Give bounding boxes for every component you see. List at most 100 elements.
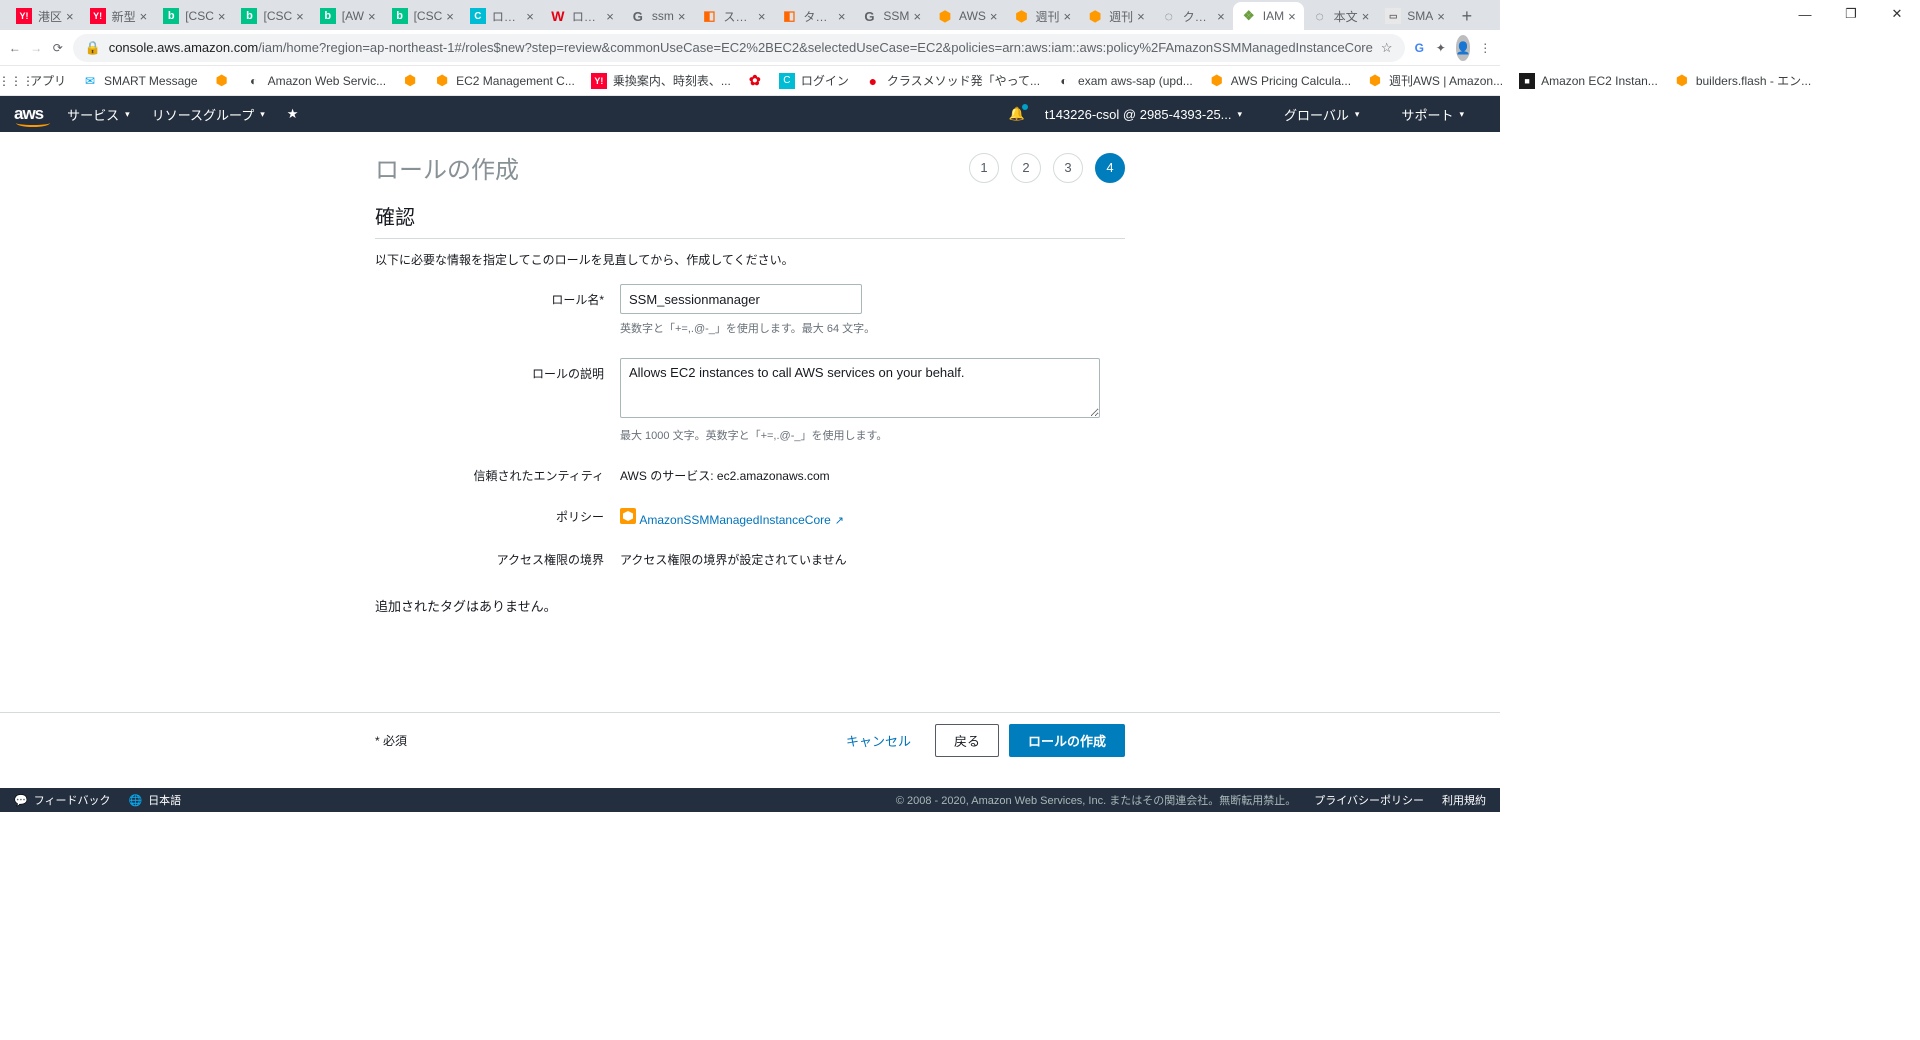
- account-menu[interactable]: t143226-csol @ 2985-4393-25...▾: [1045, 107, 1242, 122]
- browser-tab[interactable]: Gssm×: [622, 2, 694, 30]
- browser-tab[interactable]: ⬢AWS×: [929, 2, 1005, 30]
- bookmark-item[interactable]: ⬢ EC2 Management C...: [434, 73, 575, 89]
- support-menu[interactable]: サポート▾: [1401, 105, 1464, 124]
- browser-tab[interactable]: Y!新型×: [82, 2, 156, 30]
- terms-link[interactable]: 利用規約: [1442, 792, 1486, 808]
- feedback-link[interactable]: 💬フィードバック: [14, 792, 110, 808]
- bookmark-label: EC2 Management C...: [456, 74, 575, 88]
- resource-groups-menu[interactable]: リソースグループ▾: [152, 105, 265, 124]
- bookmark-item[interactable]: ■Amazon EC2 Instan...: [1519, 73, 1658, 89]
- pin-button[interactable]: ★: [287, 106, 299, 122]
- bookmark-item[interactable]: ⬢週刊AWS | Amazon...: [1367, 72, 1503, 89]
- bell-icon[interactable]: 🔔: [1009, 106, 1025, 122]
- bookmark-favicon: ◐: [1056, 73, 1072, 89]
- browser-tab[interactable]: b[CSC×: [155, 2, 233, 30]
- tab-close-icon[interactable]: ×: [838, 9, 846, 24]
- avatar-icon[interactable]: 👤: [1456, 35, 1471, 61]
- tab-favicon: b: [241, 8, 257, 24]
- maximize-button[interactable]: ❐: [1828, 0, 1874, 28]
- role-name-input[interactable]: [620, 284, 862, 314]
- reload-button[interactable]: ⟳: [51, 34, 65, 62]
- tab-close-icon[interactable]: ×: [1437, 9, 1445, 24]
- minimize-button[interactable]: —: [1782, 0, 1828, 28]
- back-button[interactable]: ←: [8, 34, 22, 62]
- tab-close-icon[interactable]: ×: [1217, 9, 1225, 24]
- translate-icon[interactable]: G: [1413, 34, 1427, 62]
- tab-close-icon[interactable]: ×: [1362, 9, 1370, 24]
- browser-tab[interactable]: ◧ステッ×: [693, 2, 773, 30]
- tab-close-icon[interactable]: ×: [913, 9, 921, 24]
- bookmark-item[interactable]: ⬢: [402, 73, 418, 89]
- browser-tab[interactable]: ◌クラウ×: [1153, 2, 1233, 30]
- privacy-link[interactable]: プライバシーポリシー: [1314, 792, 1424, 808]
- tab-favicon: ⬢: [937, 8, 953, 24]
- bookmark-item[interactable]: ⬢: [214, 73, 230, 89]
- browser-tab[interactable]: b[AW×: [312, 2, 384, 30]
- browser-tab[interactable]: ❖IAM×: [1233, 2, 1304, 30]
- create-role-button[interactable]: ロールの作成: [1009, 724, 1125, 757]
- tab-close-icon[interactable]: ×: [606, 9, 614, 24]
- browser-tab[interactable]: ▭SMA×: [1377, 2, 1453, 30]
- wizard-step-4[interactable]: 4: [1095, 153, 1125, 183]
- tab-close-icon[interactable]: ×: [526, 9, 534, 24]
- tab-favicon: b: [163, 8, 179, 24]
- policy-link[interactable]: AmazonSSMManagedInstanceCore ↗: [639, 513, 844, 527]
- bookmark-favicon: ✉: [82, 73, 98, 89]
- role-desc-label: ロールの説明: [375, 358, 620, 382]
- browser-tab[interactable]: ⬢週刊×: [1006, 2, 1080, 30]
- star-icon[interactable]: ☆: [1381, 40, 1393, 56]
- wizard-step-2[interactable]: 2: [1011, 153, 1041, 183]
- wizard-step-3[interactable]: 3: [1053, 153, 1083, 183]
- chrome-menu-icon[interactable]: ⋮: [1478, 34, 1492, 62]
- bookmark-item[interactable]: Y!乗換案内、時刻表、...: [591, 72, 731, 89]
- browser-tab[interactable]: Cログイ×: [462, 2, 542, 30]
- region-menu[interactable]: グローバル▾: [1284, 105, 1359, 124]
- tab-close-icon[interactable]: ×: [678, 9, 686, 24]
- close-button[interactable]: ✕: [1874, 0, 1920, 28]
- bookmark-item[interactable]: ⬢builders.flash - エン...: [1674, 72, 1811, 89]
- bookmark-item[interactable]: ⋮⋮⋮アプリ: [8, 72, 66, 89]
- url-field[interactable]: 🔒 console.aws.amazon.com/iam/home?region…: [73, 34, 1405, 62]
- bookmark-item[interactable]: ●クラスメソッド発「やって...: [865, 72, 1040, 89]
- browser-tab[interactable]: GSSM×: [853, 2, 929, 30]
- tab-close-icon[interactable]: ×: [368, 9, 376, 24]
- wizard-step-1[interactable]: 1: [969, 153, 999, 183]
- browser-tab[interactable]: Wログイ×: [542, 2, 622, 30]
- tab-close-icon[interactable]: ×: [140, 9, 148, 24]
- browser-tab[interactable]: b[CSC×: [384, 2, 462, 30]
- bookmark-favicon: ⬢: [434, 73, 450, 89]
- bookmark-favicon: ⬢: [1367, 73, 1383, 89]
- tab-close-icon[interactable]: ×: [1137, 9, 1145, 24]
- role-desc-input[interactable]: [620, 358, 1100, 418]
- bookmark-item[interactable]: Cログイン: [779, 72, 849, 89]
- bookmark-item[interactable]: ⬢AWS Pricing Calcula...: [1209, 73, 1351, 89]
- bookmark-item[interactable]: ◐exam aws-sap (upd...: [1056, 73, 1193, 89]
- bookmark-item[interactable]: ✉SMART Message: [82, 73, 198, 89]
- tab-close-icon[interactable]: ×: [1064, 9, 1072, 24]
- language-selector[interactable]: 🌐日本語: [128, 792, 181, 808]
- cancel-button[interactable]: キャンセル: [832, 725, 925, 756]
- tab-close-icon[interactable]: ×: [296, 9, 304, 24]
- browser-tab[interactable]: ⬢週刊×: [1079, 2, 1153, 30]
- tab-close-icon[interactable]: ×: [1288, 9, 1296, 24]
- bookmark-item[interactable]: ✿: [747, 73, 763, 89]
- tab-close-icon[interactable]: ×: [218, 9, 226, 24]
- browser-tab[interactable]: ◌本文×: [1304, 2, 1378, 30]
- bookmark-label: ログイン: [801, 72, 849, 89]
- tab-close-icon[interactable]: ×: [66, 9, 74, 24]
- tab-close-icon[interactable]: ×: [758, 9, 766, 24]
- browser-tab[interactable]: Y!港区×: [8, 2, 82, 30]
- bookmark-label: Amazon Web Servic...: [268, 74, 387, 88]
- bookmark-item[interactable]: ◐Amazon Web Servic...: [246, 73, 387, 89]
- services-menu[interactable]: サービス▾: [67, 105, 130, 124]
- back-button[interactable]: 戻る: [935, 724, 999, 757]
- page-title: ロールの作成: [375, 150, 519, 185]
- browser-tab[interactable]: ◧タスク×: [773, 2, 853, 30]
- new-tab-button[interactable]: +: [1453, 2, 1481, 30]
- extensions-icon[interactable]: ✦: [1434, 34, 1448, 62]
- tab-close-icon[interactable]: ×: [990, 9, 998, 24]
- aws-logo[interactable]: aws: [14, 104, 43, 124]
- policy-label: ポリシー: [375, 506, 620, 525]
- browser-tab[interactable]: b[CSC×: [233, 2, 311, 30]
- tab-close-icon[interactable]: ×: [446, 9, 454, 24]
